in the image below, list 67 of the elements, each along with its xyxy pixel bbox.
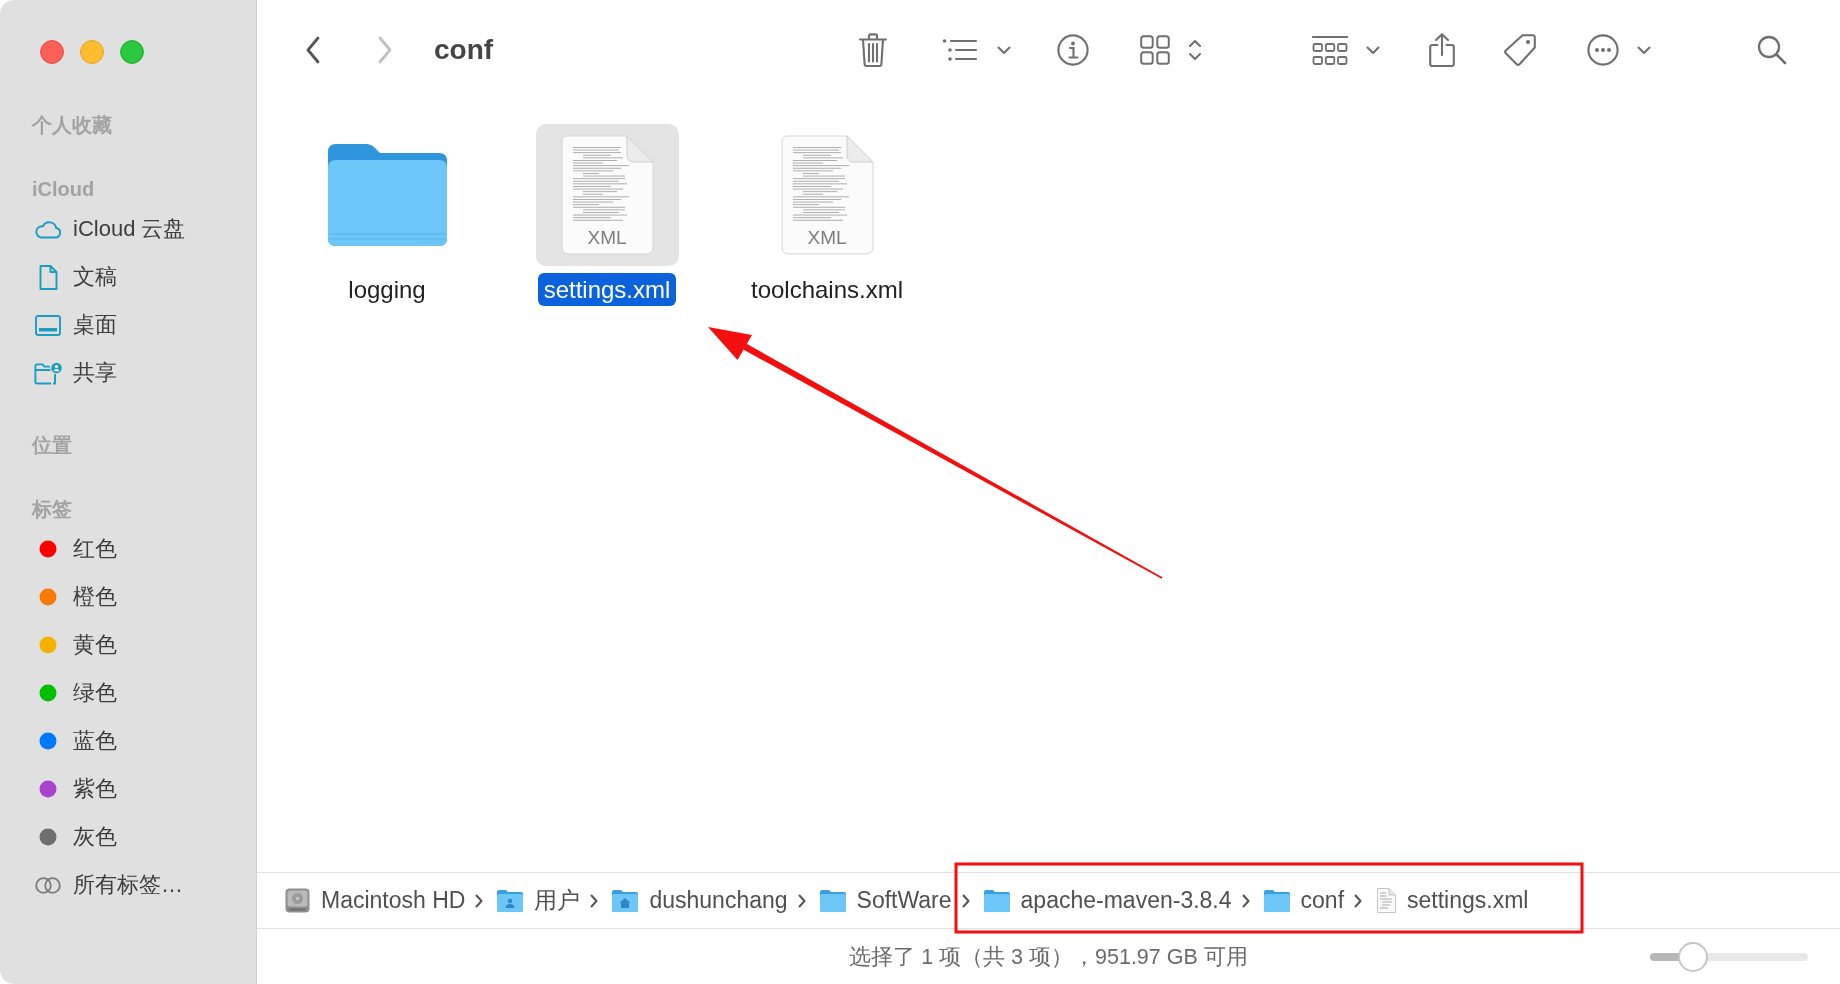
path-item[interactable]: settings.xml <box>1376 887 1529 914</box>
chevron-right-icon <box>475 893 484 908</box>
list-icon <box>942 38 978 62</box>
file-type-label: XML <box>587 227 627 249</box>
search-icon <box>1757 35 1787 65</box>
chevron-down-icon <box>997 45 1011 55</box>
sidebar-item[interactable]: 蓝色 <box>0 717 125 765</box>
chevron-right-icon <box>1241 893 1250 908</box>
document-icon <box>38 264 58 290</box>
path-item[interactable]: SoftWare <box>819 887 952 914</box>
chevron-right-icon <box>797 893 806 908</box>
sidebar-item[interactable]: 桌面 <box>0 301 125 349</box>
document-icon <box>560 135 654 255</box>
sidebar-section-title: iCloud <box>31 177 95 202</box>
path-item[interactable]: 用户 <box>497 885 581 916</box>
sidebar-item[interactable]: 绿色 <box>0 669 125 717</box>
grid-icon <box>1140 35 1170 65</box>
user-folder-icon <box>497 889 524 912</box>
file-name[interactable]: toolchains.xml <box>744 273 910 306</box>
sidebar-item[interactable]: 橙色 <box>0 573 125 621</box>
chevron-right-icon <box>377 36 393 64</box>
sidebar-item[interactable]: 紫色 <box>0 765 125 813</box>
file-name[interactable]: settings.xml <box>537 273 677 306</box>
file-name[interactable]: logging <box>342 273 432 306</box>
folder-icon <box>983 889 1010 912</box>
slider-thumb[interactable] <box>1677 941 1708 972</box>
file-type-label: XML <box>807 227 847 249</box>
path-item[interactable]: Macintosh HD <box>285 887 466 914</box>
path-item[interactable]: dushunchang <box>612 887 788 914</box>
home-folder-icon <box>612 889 639 912</box>
chevron-right-icon <box>590 893 599 908</box>
sidebar-item[interactable]: 红色 <box>0 525 125 573</box>
sidebar-item[interactable]: 灰色 <box>0 813 125 861</box>
chevron-right-icon <box>961 893 970 908</box>
info-icon <box>1057 34 1089 66</box>
path-item[interactable]: conf <box>1263 887 1345 914</box>
chevron-right-icon <box>1354 893 1363 908</box>
document-icon <box>780 135 874 255</box>
folder-icon <box>327 144 447 246</box>
folder-icon <box>819 889 846 912</box>
folder-icon <box>1263 889 1290 912</box>
document-icon <box>1376 888 1397 913</box>
desktop-icon <box>35 314 61 336</box>
shared-folder-icon <box>34 361 62 385</box>
sidebar-item[interactable]: iCloud 云盘 <box>0 205 194 253</box>
sidebar-item[interactable]: 黄色 <box>0 621 125 669</box>
share-icon <box>1428 32 1456 68</box>
sidebar-section-title: 标签 <box>30 497 72 522</box>
sidebar-item[interactable]: 文稿 <box>0 253 125 301</box>
window-title: conf <box>434 34 494 66</box>
cloud-icon <box>34 219 62 239</box>
sidebar-section-title: 个人收藏 <box>31 113 112 138</box>
overlapping-circles-icon <box>35 876 61 894</box>
sidebar-section-title: 位置 <box>31 433 72 458</box>
chevron-left-icon <box>305 36 321 64</box>
grouped-grid-icon <box>1312 34 1348 66</box>
status-text: 选择了 1 项（共 3 项），951.97 GB 可用 <box>849 944 1248 971</box>
trash-icon <box>858 32 888 68</box>
sidebar-item[interactable]: 共享 <box>0 349 125 397</box>
chevron-down-icon <box>1366 45 1380 55</box>
up-down-chevron-icon <box>1188 37 1202 63</box>
tag-icon <box>1503 33 1537 67</box>
chevron-down-icon <box>1637 45 1651 55</box>
ellipsis-circle-icon <box>1587 34 1619 66</box>
close-button[interactable] <box>40 40 64 64</box>
sidebar-item[interactable]: 所有标签… <box>0 861 191 909</box>
path-item[interactable]: apache-maven-3.8.4 <box>983 887 1232 914</box>
